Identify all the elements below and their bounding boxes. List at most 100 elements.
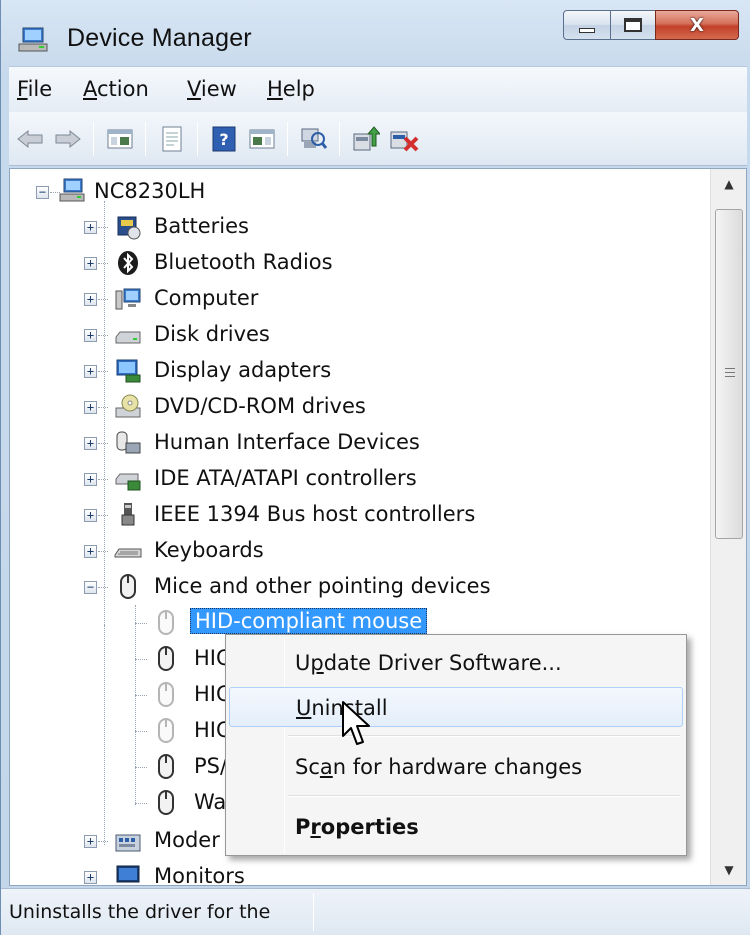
modem-icon — [115, 834, 141, 852]
forward-icon — [55, 129, 81, 149]
tree-category-row[interactable]: + Display adapters — [10, 354, 710, 388]
properties-button[interactable] — [157, 124, 187, 154]
mouse-icon — [158, 790, 174, 815]
console-tree-button[interactable] — [247, 124, 277, 154]
mouse-disabled-icon — [158, 718, 174, 743]
menu-file[interactable]: File — [17, 77, 52, 101]
tree-category-row[interactable]: + IDE ATA/ATAPI controllers — [10, 462, 710, 496]
uninstall-button[interactable] — [389, 124, 419, 154]
expand-toggle[interactable]: + — [84, 221, 97, 234]
scan-hardware-menu-item[interactable]: Scan for hardware changes — [229, 747, 683, 787]
show-hide-tree-icon — [107, 129, 133, 149]
tree-device-label-selected: HID-compliant mouse — [190, 608, 428, 634]
tree-category-label: IDE ATA/ATAPI controllers — [154, 466, 417, 490]
context-menu-separator — [288, 795, 680, 797]
minimize-button[interactable] — [563, 10, 611, 40]
expand-toggle[interactable]: + — [84, 329, 97, 342]
collapse-toggle[interactable]: − — [36, 186, 49, 199]
label-mnemonic: p — [310, 651, 324, 675]
tree-connector — [98, 371, 108, 372]
chevron-up-icon: ▲ — [724, 177, 734, 191]
menu-action-mnemonic: A — [83, 77, 97, 101]
tree-category-row[interactable]: + Disk drives — [10, 318, 710, 352]
menu-view[interactable]: View — [187, 77, 237, 101]
menu-action[interactable]: Action — [83, 77, 149, 101]
expand-toggle[interactable]: + — [84, 437, 97, 450]
expand-toggle[interactable]: + — [84, 871, 97, 884]
tree-device-label: PS/ — [194, 754, 228, 778]
maximize-button[interactable] — [610, 10, 656, 40]
display-adapter-icon — [116, 359, 141, 383]
tree-connector — [98, 407, 108, 408]
status-text: Uninstalls the driver for the — [9, 901, 271, 923]
menu-view-mnemonic: V — [187, 77, 201, 101]
tree-category-label: Monitors — [154, 864, 245, 886]
menu-help[interactable]: Help — [267, 77, 315, 101]
expand-toggle[interactable]: + — [84, 401, 97, 414]
menu-help-mnemonic: H — [267, 77, 283, 101]
scroll-down-button[interactable]: ▼ — [711, 855, 746, 885]
properties-label: Properties — [295, 815, 419, 839]
chevron-down-icon: ▼ — [724, 863, 734, 877]
toolbar-separator — [145, 122, 146, 156]
expand-toggle[interactable]: + — [84, 293, 97, 306]
back-button[interactable] — [15, 124, 45, 154]
forward-button[interactable] — [53, 124, 83, 154]
tree-category-row[interactable]: + Bluetooth Radios — [10, 246, 710, 280]
tree-category-label: Keyboards — [154, 538, 264, 562]
title-bar[interactable]: Device Manager X — [1, 0, 750, 64]
close-icon: X — [690, 14, 704, 36]
scan-hardware-button[interactable] — [299, 124, 329, 154]
tree-category-label: Human Interface Devices — [154, 430, 420, 454]
scroll-up-button[interactable]: ▲ — [711, 169, 746, 199]
label-part: date Driver Software... — [323, 651, 562, 675]
menu-bar: File Action View Help — [9, 66, 747, 112]
tree-category-row[interactable]: + Human Interface Devices — [10, 426, 710, 460]
tree-category-row[interactable]: + Computer — [10, 282, 710, 316]
tree-category-row[interactable]: + Keyboards — [10, 534, 710, 568]
help-button[interactable]: ? — [209, 124, 239, 154]
tree-category-label: DVD/CD-ROM drives — [154, 394, 366, 418]
update-driver-button[interactable] — [351, 124, 381, 154]
tree-root-row[interactable]: − NC8230LH — [10, 175, 710, 209]
menu-view-label: iew — [200, 77, 237, 101]
expand-toggle[interactable]: + — [84, 257, 97, 270]
tree-category-label: Bluetooth Radios — [154, 250, 333, 274]
properties-icon — [162, 126, 182, 152]
scrollbar-grip-icon — [725, 368, 735, 378]
label-mnemonic: a — [319, 755, 333, 779]
expand-toggle[interactable]: + — [84, 509, 97, 522]
label-part: Sc — [295, 755, 320, 779]
tree-category-row[interactable]: + Monitors — [10, 860, 710, 886]
show-hide-tree-button[interactable] — [105, 124, 135, 154]
tree-category-row[interactable]: + Batteries — [10, 210, 710, 244]
tree-device-label: Wa — [194, 790, 227, 814]
update-driver-menu-item[interactable]: Update Driver Software... — [229, 643, 683, 683]
vertical-scrollbar[interactable]: ▲ ▼ — [710, 169, 746, 885]
toolbar-separator — [93, 122, 94, 156]
tree-connector — [98, 263, 108, 264]
maximize-icon — [624, 18, 642, 32]
close-button[interactable]: X — [655, 10, 739, 40]
expand-toggle[interactable]: + — [84, 473, 97, 486]
expand-toggle[interactable]: + — [84, 545, 97, 558]
scrollbar-thumb[interactable] — [715, 209, 743, 539]
properties-menu-item[interactable]: Properties — [229, 807, 683, 847]
uninstall-menu-item[interactable]: Uninstall — [229, 687, 683, 727]
tree-connector — [98, 227, 108, 228]
back-icon — [17, 129, 43, 149]
tree-connector — [135, 803, 147, 804]
tree-connector — [98, 335, 108, 336]
menu-help-label: elp — [282, 77, 315, 101]
toolbar-separator — [287, 122, 288, 156]
context-menu: Update Driver Software... Uninstall Scan… — [225, 634, 687, 856]
expand-toggle[interactable]: + — [84, 835, 97, 848]
expand-toggle[interactable]: + — [84, 365, 97, 378]
tree-category-row[interactable]: + IEEE 1394 Bus host controllers — [10, 498, 710, 532]
tree-category-row[interactable]: − Mice and other pointing devices — [10, 570, 710, 604]
label-part: P — [295, 815, 311, 839]
status-bar: Uninstalls the driver for the — [1, 888, 750, 935]
label-part: U — [295, 651, 311, 675]
collapse-toggle[interactable]: − — [84, 581, 97, 594]
tree-category-row[interactable]: + DVD/CD-ROM drives — [10, 390, 710, 424]
